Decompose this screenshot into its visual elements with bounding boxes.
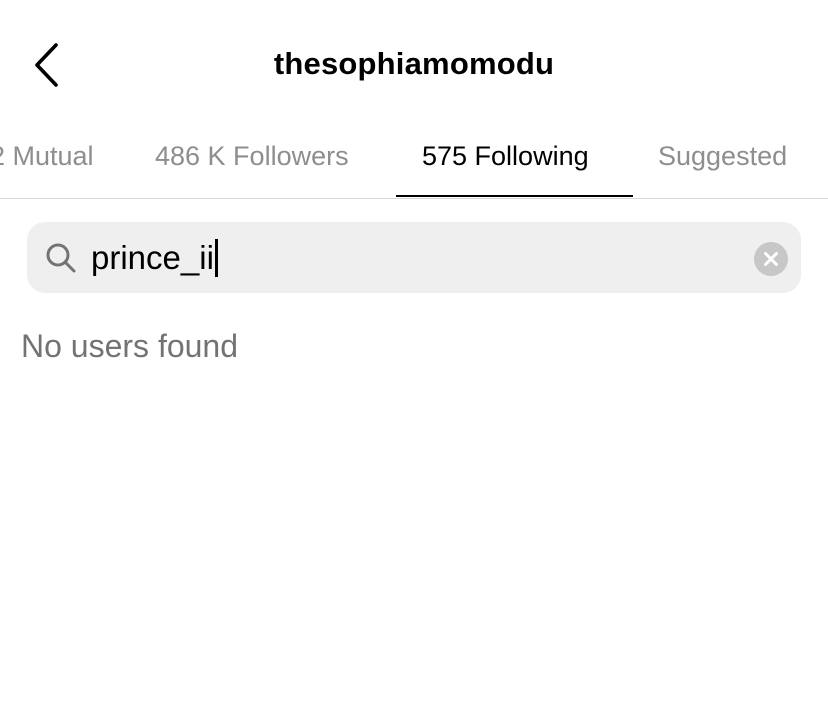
header: thesophiamomodu	[0, 0, 828, 120]
search-icon	[46, 243, 76, 273]
tab-suggested[interactable]: Suggested	[658, 120, 787, 198]
following-search-screen: thesophiamomodu 2 Mutual 486 K Followers…	[0, 0, 828, 722]
page-title: thesophiamomodu	[273, 46, 555, 81]
search-input-value: prince_ii	[91, 239, 214, 276]
tab-bar: 2 Mutual 486 K Followers 575 Following S…	[0, 120, 828, 199]
tab-following[interactable]: 575 Following	[422, 120, 589, 198]
tab-mutual[interactable]: 2 Mutual	[0, 120, 94, 198]
no-results-message: No users found	[21, 328, 239, 364]
clear-icon[interactable]	[754, 242, 788, 276]
search-input[interactable]: prince_ii	[91, 231, 731, 285]
tab-followers[interactable]: 486 K Followers	[155, 120, 349, 198]
active-tab-indicator	[396, 195, 633, 197]
text-caret	[214, 239, 218, 278]
